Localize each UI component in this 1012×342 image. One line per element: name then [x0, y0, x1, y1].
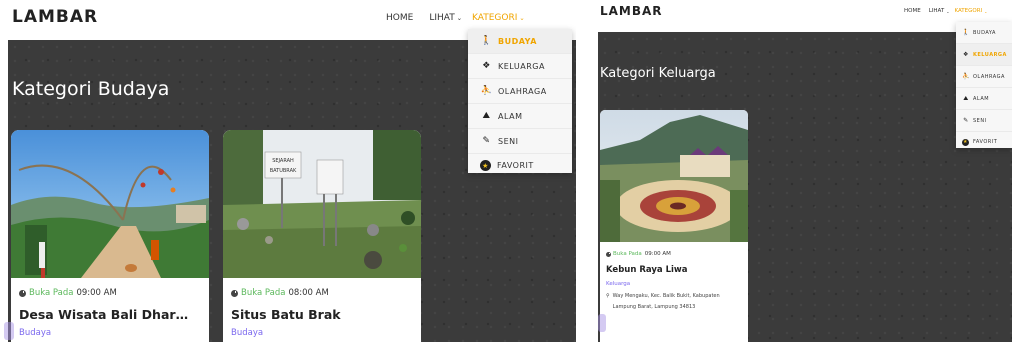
scroll-top-button[interactable]: [4, 322, 14, 340]
star-icon: ★: [480, 160, 491, 171]
sign-text-bottom: BATUBRAK: [270, 168, 297, 174]
map-pin-icon: ⚲: [606, 293, 610, 299]
navbar: LAMBAR HOME LIHAT ⌄ KATEGORI ⌄: [594, 0, 1012, 32]
swimming-icon: ⛹: [962, 73, 970, 80]
chevron-down-icon: ⌄: [519, 14, 525, 22]
dropdown-item-label: FAVORIT: [497, 161, 534, 170]
place-card[interactable]: Buka Pada 09:00 AM Kebun Raya Liwa Kelua…: [600, 110, 748, 342]
dropdown-item-label: BUDAYA: [498, 36, 537, 46]
dropdown-item-alam[interactable]: ⛰ ALAM: [956, 88, 1012, 110]
opening-hours: Buka Pada 09:00 AM: [19, 288, 201, 298]
page-title: Kategori Keluarga: [600, 66, 716, 81]
sign-text-top: SEJARAH: [272, 158, 294, 164]
dropdown-item-label: OLAHRAGA: [973, 73, 1005, 80]
card-title[interactable]: Situs Batu Brak: [231, 307, 413, 322]
people-icon: 🚶: [480, 36, 493, 46]
dropdown-item-label: FAVORIT: [973, 139, 998, 145]
card-image-kebun-raya-liwa[interactable]: [600, 110, 748, 242]
card-image-situs-batu-brak[interactable]: SEJARAH BATUBRAK: [223, 130, 421, 278]
star-icon: ★: [962, 138, 969, 146]
opening-hours: Buka Pada 09:00 AM: [606, 251, 742, 257]
clock-icon: [606, 251, 611, 257]
family-icon: ❖: [482, 61, 491, 71]
mountain-icon: ⛰: [482, 111, 491, 121]
dropdown-item-budaya[interactable]: 🚶 BUDAYA: [956, 22, 1012, 44]
scroll-top-button[interactable]: [598, 314, 606, 332]
card-category[interactable]: Budaya: [19, 328, 201, 338]
dropdown-item-label: KELUARGA: [973, 51, 1007, 58]
nav-lihat[interactable]: LIHAT ⌄: [929, 8, 950, 14]
nav-kategori-label: KATEGORI: [954, 8, 983, 14]
dropdown-item-label: KELUARGA: [498, 61, 545, 71]
place-card[interactable]: Buka Pada 09:00 AM Desa Wisata Bali Dhar…: [11, 130, 209, 342]
dropdown-item-seni[interactable]: ✎ SENI: [956, 110, 1012, 132]
open-time: 09:00 AM: [644, 251, 671, 257]
dropdown-item-label: SENI: [498, 136, 519, 146]
panel-kategori-budaya: LAMBAR HOME LIHAT ⌄ KATEGORI ⌄ Kategori …: [0, 0, 576, 342]
dropdown-item-olahraga[interactable]: ⛹ OLAHRAGA: [956, 66, 1012, 88]
open-label: Buka Pada: [613, 251, 642, 257]
card-title[interactable]: Desa Wisata Bali Dharma Kerti...: [19, 307, 201, 322]
brand-logo[interactable]: LAMBAR: [12, 7, 98, 27]
nav-kategori[interactable]: KATEGORI ⌄: [472, 13, 525, 23]
kategori-dropdown: 🚶 BUDAYA ❖ KELUARGA ⛹ OLAHRAGA ⛰ ALAM ✎ …: [956, 22, 1012, 148]
nav-lihat[interactable]: LIHAT ⌄: [429, 13, 462, 23]
nav-kategori[interactable]: KATEGORI ⌄: [954, 8, 987, 14]
open-label: Buka Pada: [29, 288, 74, 298]
card-image-desa-wisata[interactable]: [11, 130, 209, 278]
card-body: Buka Pada 09:00 AM Desa Wisata Bali Dhar…: [11, 278, 209, 338]
kategori-dropdown: 🚶 BUDAYA ❖ KELUARGA ⛹ OLAHRAGA ⛰ ALAM ✎ …: [468, 29, 572, 173]
dropdown-item-label: SENI: [973, 117, 987, 124]
nav-home[interactable]: HOME: [386, 13, 413, 23]
mountain-icon: ⛰: [963, 94, 969, 102]
page-title: Kategori Budaya: [12, 78, 170, 100]
dropdown-item-label: ALAM: [973, 95, 990, 102]
address-text: Way Mengaku, Kec. Balik Bukit, Kabupaten…: [612, 293, 720, 310]
nav-menu: HOME LIHAT ⌄ KATEGORI ⌄: [904, 8, 987, 14]
dropdown-item-seni[interactable]: ✎ SENI: [468, 129, 572, 154]
nav-home[interactable]: HOME: [904, 8, 921, 14]
dropdown-item-olahraga[interactable]: ⛹ OLAHRAGA: [468, 79, 572, 104]
open-label: Buka Pada: [241, 288, 286, 298]
card-title[interactable]: Kebun Raya Liwa: [606, 265, 742, 275]
dropdown-item-label: BUDAYA: [973, 29, 996, 36]
dropdown-item-favorit[interactable]: ★ FAVORIT: [468, 154, 572, 177]
dropdown-item-label: OLAHRAGA: [498, 86, 547, 96]
nav-lihat-label: LIHAT: [429, 13, 455, 23]
clock-icon: [231, 289, 238, 297]
card-body: Buka Pada 08:00 AM Situs Batu Brak Buday…: [223, 278, 421, 338]
chevron-down-icon: ⌄: [456, 14, 462, 22]
nav-menu: HOME LIHAT ⌄ KATEGORI ⌄: [386, 13, 525, 23]
nav-lihat-label: LIHAT: [928, 8, 945, 14]
chevron-down-icon: ⌄: [946, 8, 950, 14]
card-category[interactable]: Budaya: [231, 328, 413, 338]
card-category[interactable]: Keluarga: [606, 281, 742, 287]
dropdown-item-keluarga[interactable]: ❖ KELUARGA: [468, 54, 572, 79]
paint-brush-icon: ✎: [482, 136, 491, 146]
people-icon: 🚶: [962, 29, 970, 36]
place-card[interactable]: SEJARAH BATUBRAK Buka Pada 08:00 AM Situ…: [223, 130, 421, 342]
address: ⚲ Way Mengaku, Kec. Balik Bukit, Kabupat…: [606, 291, 742, 313]
clock-icon: [19, 289, 26, 297]
open-time: 09:00 AM: [76, 288, 117, 298]
swimming-icon: ⛹: [480, 86, 493, 96]
chevron-down-icon: ⌄: [984, 8, 988, 14]
nav-kategori-label: KATEGORI: [472, 13, 518, 23]
panel-kategori-keluarga: LAMBAR HOME LIHAT ⌄ KATEGORI ⌄ Kategori …: [594, 0, 1012, 342]
family-icon: ❖: [963, 51, 969, 58]
dropdown-item-label: ALAM: [498, 111, 523, 121]
open-time: 08:00 AM: [288, 288, 329, 298]
dropdown-item-keluarga[interactable]: ❖ KELUARGA: [956, 44, 1012, 66]
dropdown-item-alam[interactable]: ⛰ ALAM: [468, 104, 572, 129]
dropdown-item-budaya[interactable]: 🚶 BUDAYA: [468, 29, 572, 54]
paint-brush-icon: ✎: [963, 117, 969, 124]
dropdown-item-favorit[interactable]: ★ FAVORIT: [956, 132, 1012, 152]
opening-hours: Buka Pada 08:00 AM: [231, 288, 413, 298]
brand-logo[interactable]: LAMBAR: [600, 4, 663, 18]
card-body: Buka Pada 09:00 AM Kebun Raya Liwa Kelua…: [600, 242, 748, 313]
